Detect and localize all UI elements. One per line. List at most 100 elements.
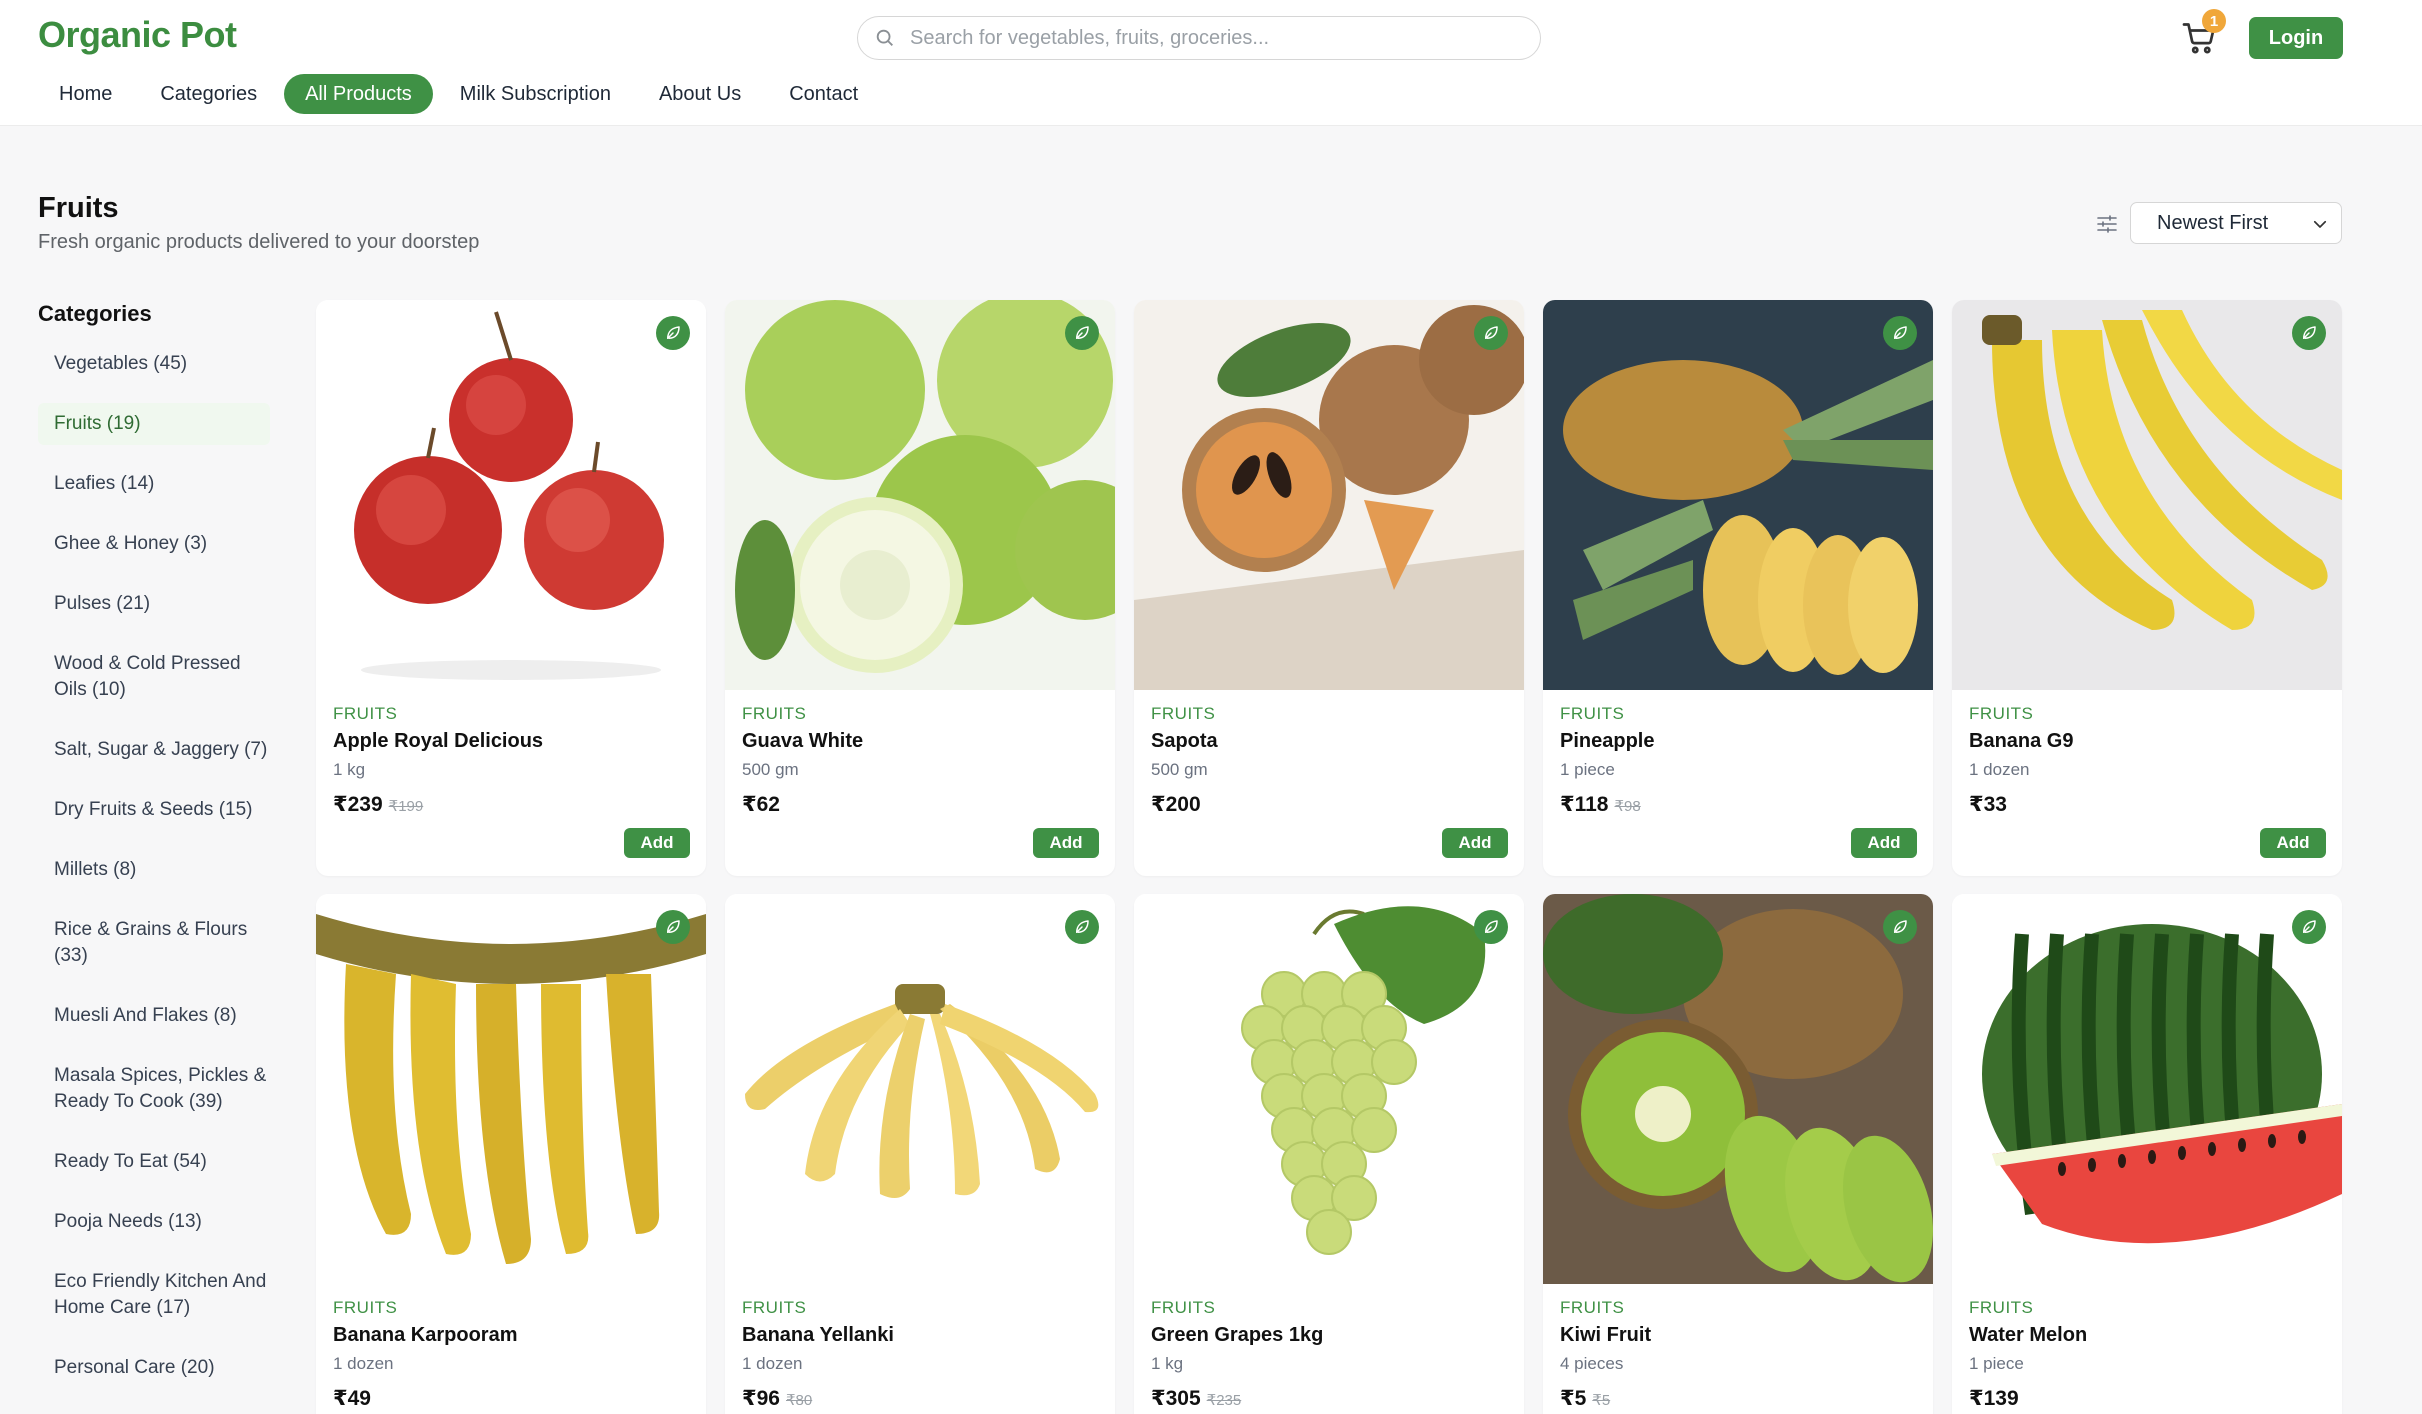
logo[interactable]: Organic Pot: [38, 14, 237, 56]
sidebar-category-item[interactable]: Pooja Needs (13): [38, 1201, 270, 1243]
product-category: FRUITS: [1969, 704, 2034, 723]
product-image-art: [725, 894, 1115, 1284]
nav-item-contact[interactable]: Contact: [768, 74, 879, 114]
product-price: ₹62: [742, 793, 780, 816]
search-input[interactable]: [910, 26, 1510, 50]
search-icon: [876, 29, 893, 46]
page-title: Fruits: [38, 192, 119, 224]
sidebar-category-item[interactable]: Muesli And Flakes (8): [38, 995, 270, 1037]
login-button[interactable]: Login: [2249, 17, 2343, 59]
add-to-cart-button[interactable]: Add: [1442, 828, 1508, 858]
product-image[interactable]: [1543, 894, 1933, 1284]
product-card[interactable]: FRUITS Banana Yellanki 1 dozen ₹96 ₹80 A…: [725, 894, 1115, 1414]
product-unit: 1 dozen: [1969, 760, 2030, 779]
product-info: FRUITS Kiwi Fruit 4 pieces ₹5 ₹5: [1560, 1298, 1651, 1411]
product-mrp: ₹98: [1614, 798, 1641, 815]
nav-item-about-us[interactable]: About Us: [638, 74, 762, 114]
product-card[interactable]: FRUITS Pineapple 1 piece ₹118 ₹98 Add: [1543, 300, 1933, 876]
filter-icon[interactable]: [2095, 212, 2119, 236]
product-unit: 500 gm: [1151, 760, 1208, 779]
product-name[interactable]: Green Grapes 1kg: [1151, 1324, 1323, 1347]
nav-item-categories[interactable]: Categories: [139, 74, 278, 114]
product-card[interactable]: FRUITS Sapota 500 gm ₹200 Add: [1134, 300, 1524, 876]
product-price: ₹96: [742, 1387, 780, 1410]
product-category: FRUITS: [333, 1298, 398, 1317]
sidebar-category-item[interactable]: Leafies (14): [38, 463, 270, 505]
product-name[interactable]: Kiwi Fruit: [1560, 1324, 1651, 1347]
main-nav: Home Categories All Products Milk Subscript…: [38, 74, 885, 114]
product-card[interactable]: FRUITS Guava White 500 gm ₹62 Add: [725, 300, 1115, 876]
nav-item-all-products[interactable]: All Products: [284, 74, 433, 114]
product-unit: 1 dozen: [333, 1354, 394, 1373]
sort-dropdown[interactable]: Newest First: [2130, 202, 2342, 244]
add-to-cart-button[interactable]: Add: [624, 828, 690, 858]
product-image[interactable]: [316, 300, 706, 690]
sidebar-category-item[interactable]: Salt, Sugar & Jaggery (7): [38, 729, 270, 771]
product-card[interactable]: FRUITS Apple Royal Delicious 1 kg ₹239 ₹…: [316, 300, 706, 876]
product-image[interactable]: [1543, 300, 1933, 690]
product-grid: FRUITS Apple Royal Delicious 1 kg ₹239 ₹…: [316, 300, 2342, 1414]
sidebar-category-item[interactable]: Ready To Eat (54): [38, 1141, 270, 1183]
organic-badge: [1474, 316, 1508, 350]
product-name[interactable]: Apple Royal Delicious: [333, 730, 543, 753]
product-card[interactable]: FRUITS Banana Karpooram 1 dozen ₹49 Add: [316, 894, 706, 1414]
add-to-cart-button[interactable]: Add: [1851, 828, 1917, 858]
product-image[interactable]: [1134, 894, 1524, 1284]
product-name[interactable]: Water Melon: [1969, 1324, 2087, 1347]
product-card[interactable]: FRUITS Banana G9 1 dozen ₹33 Add: [1952, 300, 2342, 876]
product-info: FRUITS Pineapple 1 piece ₹118 ₹98: [1560, 704, 1654, 817]
product-info: FRUITS Apple Royal Delicious 1 kg ₹239 ₹…: [333, 704, 543, 817]
nav-item-milk-subscription[interactable]: Milk Subscription: [439, 74, 632, 114]
product-image-art: [316, 894, 706, 1284]
product-image[interactable]: [1952, 300, 2342, 690]
product-image-art: [1134, 300, 1524, 690]
search-bar[interactable]: [857, 16, 1541, 60]
product-name[interactable]: Banana Karpooram: [333, 1324, 518, 1347]
sidebar-category-item[interactable]: Ghee & Honey (3): [38, 523, 270, 565]
product-name[interactable]: Banana Yellanki: [742, 1324, 894, 1347]
product-category: FRUITS: [1560, 704, 1625, 723]
sidebar-category-item[interactable]: Masala Spices, Pickles & Ready To Cook (…: [38, 1055, 270, 1123]
product-info: FRUITS Banana Karpooram 1 dozen ₹49: [333, 1298, 518, 1411]
leaf-icon: [2303, 920, 2316, 933]
product-name[interactable]: Guava White: [742, 730, 863, 753]
product-category: FRUITS: [1151, 704, 1216, 723]
sidebar-category-item[interactable]: Eco Friendly Kitchen And Home Care (17): [38, 1261, 270, 1329]
sidebar-category-item[interactable]: Wood & Cold Pressed Oils (10): [38, 643, 270, 711]
product-image[interactable]: [725, 894, 1115, 1284]
product-price: ₹139: [1969, 1387, 2019, 1410]
sidebar-category-item[interactable]: Dry Fruits & Seeds (15): [38, 789, 270, 831]
product-name[interactable]: Sapota: [1151, 730, 1218, 753]
nav-item-home[interactable]: Home: [38, 74, 133, 114]
product-card[interactable]: FRUITS Kiwi Fruit 4 pieces ₹5 ₹5 Add: [1543, 894, 1933, 1414]
organic-badge: [656, 316, 690, 350]
categories-heading: Categories: [38, 301, 152, 326]
product-image-art: [1134, 894, 1524, 1284]
product-price-row: ₹118 ₹98: [1560, 792, 1654, 817]
product-info: FRUITS Green Grapes 1kg 1 kg ₹305 ₹235: [1151, 1298, 1323, 1411]
sidebar-category-item[interactable]: Rice & Grains & Flours (33): [38, 909, 270, 977]
product-name[interactable]: Banana G9: [1969, 730, 2073, 753]
product-image[interactable]: [1134, 300, 1524, 690]
product-image[interactable]: [725, 300, 1115, 690]
page-subtitle: Fresh organic products delivered to your…: [38, 231, 480, 253]
organic-badge: [656, 910, 690, 944]
sidebar-category-item[interactable]: Vegetables (45): [38, 343, 270, 385]
sort-dropdown-value: Newest First: [2157, 211, 2269, 234]
organic-badge: [2292, 316, 2326, 350]
sidebar-category-item[interactable]: Pulses (21): [38, 583, 270, 625]
product-image[interactable]: [1952, 894, 2342, 1284]
product-card[interactable]: FRUITS Water Melon 1 piece ₹139 Add: [1952, 894, 2342, 1414]
product-card[interactable]: FRUITS Green Grapes 1kg 1 kg ₹305 ₹235 A…: [1134, 894, 1524, 1414]
product-price: ₹118: [1560, 793, 1609, 816]
product-image-art: [1543, 894, 1933, 1284]
add-to-cart-button[interactable]: Add: [1033, 828, 1099, 858]
sidebar-category-item[interactable]: Millets (8): [38, 849, 270, 891]
product-image[interactable]: [316, 894, 706, 1284]
sidebar-category-item[interactable]: Personal Care (20): [38, 1347, 270, 1389]
product-category: FRUITS: [742, 704, 807, 723]
product-name[interactable]: Pineapple: [1560, 730, 1654, 753]
add-to-cart-button[interactable]: Add: [2260, 828, 2326, 858]
sidebar-category-item[interactable]: Fruits (19): [38, 403, 270, 445]
product-info: FRUITS Water Melon 1 piece ₹139: [1969, 1298, 2087, 1411]
